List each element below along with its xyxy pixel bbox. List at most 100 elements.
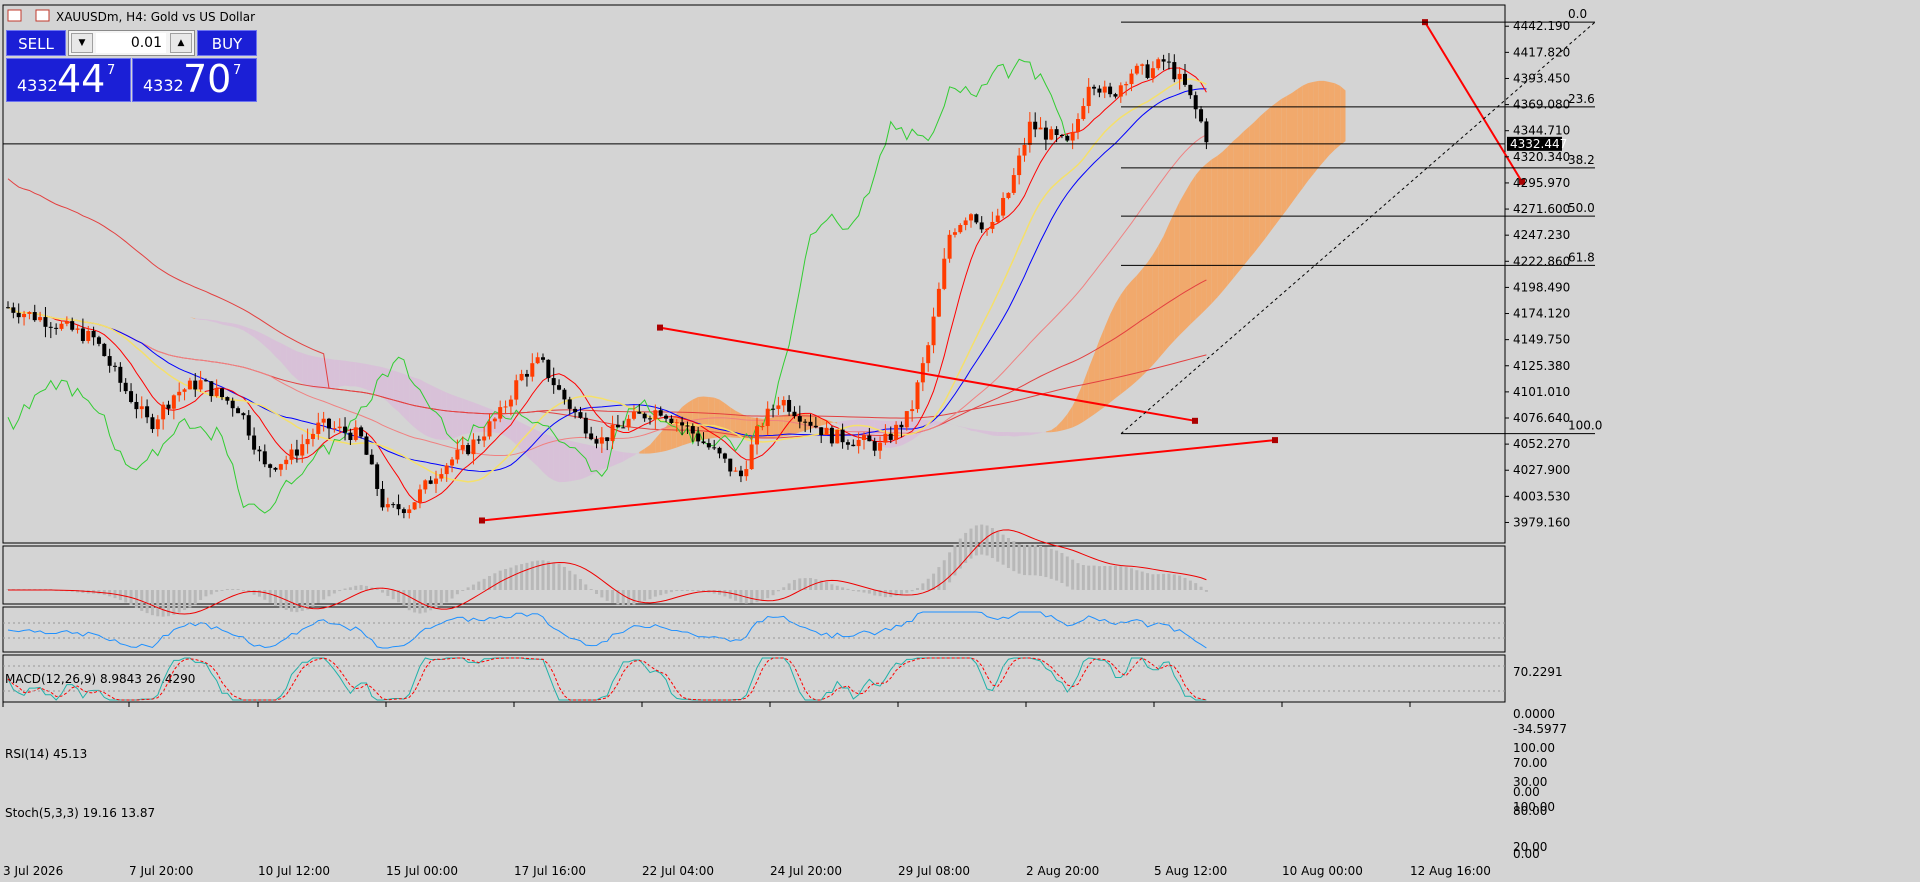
fib-level-label: 50.0 xyxy=(1568,201,1595,215)
macd-bar xyxy=(776,590,780,592)
macd-bar xyxy=(434,590,438,609)
time-label: 5 Aug 12:00 xyxy=(1154,864,1227,878)
candle-body xyxy=(594,439,599,444)
cloud-segment xyxy=(719,399,725,438)
macd-bar xyxy=(525,562,529,590)
support-trendline-handle[interactable] xyxy=(1272,437,1278,444)
candle-body xyxy=(615,424,620,428)
candle-body xyxy=(391,504,396,506)
candle-body xyxy=(829,427,834,444)
cloud-segment xyxy=(312,356,319,389)
buy-price-fraction: 7 xyxy=(233,63,242,78)
candle-body xyxy=(375,464,380,489)
candle-body xyxy=(728,458,733,472)
lot-size-input[interactable] xyxy=(96,33,166,53)
cloud-segment xyxy=(1249,121,1255,259)
candle-body xyxy=(1081,106,1086,120)
macd-scale-label: 70.2291 xyxy=(1513,665,1563,679)
cloud-segment xyxy=(1110,303,1116,403)
candle-body xyxy=(658,410,663,416)
sell-price-quote[interactable]: 4332 44 7 xyxy=(6,57,131,102)
current-price-label: 4332.447 xyxy=(1510,137,1567,151)
macd-bar xyxy=(290,590,294,612)
time-label: 29 Jul 08:00 xyxy=(898,864,970,878)
macd-bar xyxy=(471,584,475,590)
candle-body xyxy=(385,504,390,508)
cloud-segment xyxy=(831,421,838,424)
time-label: 3 Jul 2026 xyxy=(3,864,63,878)
macd-bar xyxy=(611,590,615,603)
cloud-segment xyxy=(216,320,222,325)
macd-bar xyxy=(659,590,663,596)
candle-body xyxy=(1054,129,1059,135)
candle-body xyxy=(546,359,551,379)
cloud-segment xyxy=(1168,212,1175,347)
candle-body xyxy=(348,432,353,440)
candle-body xyxy=(653,410,658,420)
price-chart[interactable]: XAUUSDm, H4: Gold vs US Dollar 0.0 23.6 38… xyxy=(0,0,1920,882)
candle-body xyxy=(289,449,294,460)
macd-bar xyxy=(857,590,861,592)
candle-body xyxy=(508,399,513,407)
macd-bar xyxy=(257,590,261,597)
cloud-segment xyxy=(329,358,335,389)
candle-body xyxy=(894,424,899,440)
cloud-segment xyxy=(1265,106,1271,239)
candle-body xyxy=(161,404,166,420)
fall-trendline[interactable] xyxy=(1424,21,1523,183)
candle-body xyxy=(803,421,808,423)
cloud-segment xyxy=(1147,254,1153,371)
pane-frame-2 xyxy=(2,606,1506,653)
candle-body xyxy=(910,409,915,412)
candle-body xyxy=(717,447,722,454)
drawing-objects[interactable]: 0.0 23.6 38.2 50.0 61.8 100.0 xyxy=(479,7,1602,524)
support-trendline-handle[interactable] xyxy=(479,517,485,524)
macd-bar xyxy=(183,590,187,611)
buy-price-quote[interactable]: 4332 70 7 xyxy=(132,57,257,102)
cloud-segment xyxy=(296,351,303,384)
macd-bar xyxy=(621,590,625,606)
candle-body xyxy=(835,429,840,444)
macd-bar xyxy=(578,579,582,590)
macd-bar xyxy=(809,578,812,590)
macd-bar xyxy=(338,590,342,592)
candle-body xyxy=(1102,86,1107,93)
candle-body xyxy=(198,380,203,390)
candle-body xyxy=(1017,155,1022,176)
candle-body xyxy=(236,408,241,414)
macd-bar xyxy=(327,590,331,597)
macd-bar xyxy=(215,590,219,592)
resistance-trendline-handle[interactable] xyxy=(1192,417,1198,424)
sell-button[interactable]: SELL xyxy=(6,30,66,56)
price-label: 4198.490 xyxy=(1513,280,1570,294)
macd-bar xyxy=(455,590,459,595)
candle-body xyxy=(417,489,422,503)
candle-body xyxy=(343,426,348,433)
candle-body xyxy=(268,464,273,468)
lot-decrease-icon[interactable]: ▼ xyxy=(71,33,93,53)
cloud-segment xyxy=(1206,159,1212,309)
macd-bar xyxy=(862,590,866,593)
candle-body xyxy=(567,399,572,409)
candle-body xyxy=(155,419,160,430)
macd-bar xyxy=(696,590,700,591)
candle-body xyxy=(514,380,519,400)
chart-window-icon xyxy=(7,9,22,22)
macd-bar xyxy=(1012,541,1016,572)
cloud-segment xyxy=(179,314,185,316)
macd-bar xyxy=(364,585,368,590)
lot-increase-icon[interactable]: ▲ xyxy=(170,33,192,53)
macd-bar xyxy=(557,564,561,590)
candle-body xyxy=(872,441,877,451)
resistance-trendline-handle[interactable] xyxy=(657,324,663,331)
macd-bar xyxy=(156,590,160,617)
cloud-segment xyxy=(211,319,217,323)
candle-body xyxy=(214,388,219,397)
buy-button[interactable]: BUY xyxy=(197,30,257,56)
time-label: 24 Jul 20:00 xyxy=(770,864,842,878)
sell-price-prefix: 4332 xyxy=(17,76,58,95)
macd-bar xyxy=(209,590,213,595)
candle-body xyxy=(460,445,465,450)
candle-body xyxy=(134,401,139,410)
indicator-subwindows: MACD(12,26,9) 8.9843 26.4290 RSI(14) 45.… xyxy=(3,524,1567,861)
